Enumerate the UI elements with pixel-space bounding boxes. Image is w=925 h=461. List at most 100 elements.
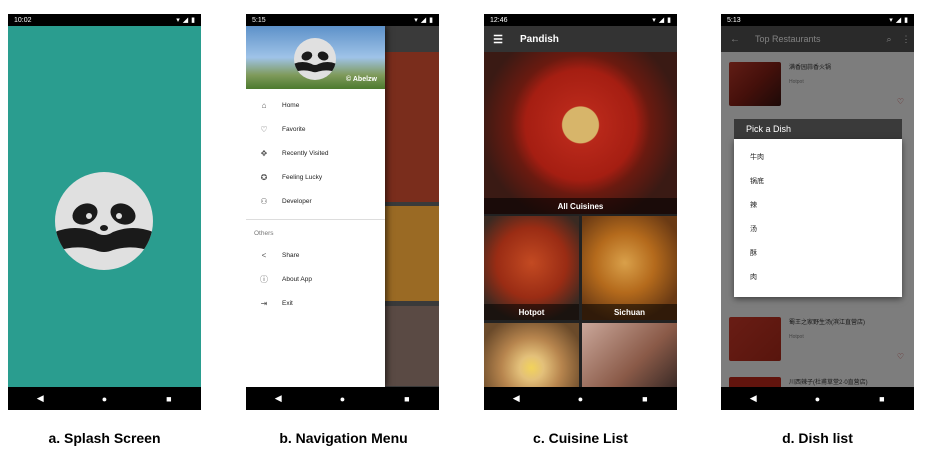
drawer-item-about-app[interactable]: ⓘ About App	[246, 267, 385, 291]
app-title: Pandish	[520, 33, 559, 45]
status-time: 12:46	[490, 16, 508, 24]
system-nav-bar: ◀ ● ■	[246, 387, 439, 410]
back-icon[interactable]: ◀	[25, 393, 55, 404]
status-bar: 10:02 ▾ ◢ ▮	[8, 14, 201, 26]
cuisine-tile-sushi[interactable]	[582, 323, 677, 387]
system-nav-bar: ◀ ● ■	[484, 387, 677, 410]
status-time: 5:15	[252, 16, 266, 24]
drawer-item-favorite[interactable]: ♡ Favorite	[246, 117, 385, 141]
share-icon: <	[261, 250, 267, 260]
drawer-item-label: Exit	[282, 299, 293, 307]
drawer-item-label: Share	[282, 251, 300, 259]
drawer-item-feeling-lucky[interactable]: ✪ Feeling Lucky	[246, 165, 385, 189]
app-toolbar: ☰ Pandish	[484, 26, 677, 52]
drawer-item-recently-visited[interactable]: ✥ Recently Visited	[246, 141, 385, 165]
panda-avatar-icon	[294, 38, 336, 80]
home-icon[interactable]: ●	[802, 394, 832, 404]
recents-icon[interactable]: ■	[392, 394, 422, 404]
cuisine-phone: 12:46 ▾ ◢ ▮ ☰ Pandish All Cuisines Hotpo…	[484, 14, 677, 410]
dishlist-phone: 5:13 ▾ ◢ ▮ ← Top Restaurants ⌕ ⋮ 满香园蒜香火锅…	[721, 14, 914, 410]
status-icons: ▾ ◢ ▮	[414, 16, 433, 24]
caption-cuisine: c. Cuisine List	[533, 430, 628, 446]
system-nav-bar: ◀ ● ■	[721, 387, 914, 410]
signal-icon: ◢	[420, 17, 427, 24]
status-bar: 5:13 ▾ ◢ ▮	[721, 14, 914, 26]
drawer-item-label: Developer	[282, 197, 312, 205]
dialog-title: Pick a Dish	[734, 119, 902, 139]
dish-option[interactable]: 牛肉	[734, 145, 902, 169]
drawer-item-label: About App	[282, 275, 312, 283]
exit-icon: ⇥	[260, 298, 268, 308]
menu-icon[interactable]: ☰	[484, 33, 512, 46]
drawer-item-label: Recently Visited	[282, 149, 329, 157]
status-icons: ▾ ◢ ▮	[652, 16, 671, 24]
dish-option[interactable]: 锅底	[734, 169, 902, 193]
battery-icon: ▮	[904, 17, 908, 24]
home-icon[interactable]: ●	[89, 394, 119, 404]
cuisine-tile-noodles[interactable]	[484, 323, 579, 387]
people-icon: ⚇	[260, 196, 268, 206]
wifi-icon: ▾	[176, 17, 180, 24]
tile-label: Sichuan	[582, 304, 677, 320]
cuisine-screen: ☰ Pandish All Cuisines Hotpot Sichuan	[484, 26, 677, 387]
caption-navmenu: b. Navigation Menu	[279, 430, 408, 446]
cuisine-tile-all[interactable]: All Cuisines	[484, 52, 677, 214]
status-time: 10:02	[14, 16, 32, 24]
splash-phone: 10:02 ▾ ◢ ▮ ◀ ● ■	[8, 14, 201, 410]
back-icon[interactable]: ◀	[738, 393, 768, 404]
header-credit: © Abelzw	[346, 76, 377, 83]
wheel-icon: ✪	[260, 172, 268, 182]
tile-label: All Cuisines	[484, 198, 677, 214]
food-image	[385, 306, 439, 386]
drawer-item-label: Feeling Lucky	[282, 173, 323, 181]
drawer-item-label: Favorite	[282, 125, 306, 133]
status-icons: ▾ ◢ ▮	[889, 16, 908, 24]
battery-icon: ▮	[191, 17, 195, 24]
food-image	[385, 52, 439, 202]
status-bar: 12:46 ▾ ◢ ▮	[484, 14, 677, 26]
status-time: 5:13	[727, 16, 741, 24]
tile-label: Hotpot	[484, 304, 579, 320]
food-image	[385, 206, 439, 301]
recents-icon[interactable]: ■	[154, 394, 184, 404]
back-icon[interactable]: ◀	[501, 393, 531, 404]
section-label-others: Others	[246, 219, 385, 243]
drawer-item-label: Home	[282, 101, 300, 109]
system-nav-bar: ◀ ● ■	[8, 387, 201, 410]
drawer-item-share[interactable]: < Share	[246, 243, 385, 267]
cuisine-tile-sichuan[interactable]: Sichuan	[582, 216, 677, 320]
wifi-icon: ▾	[889, 17, 893, 24]
signal-icon: ◢	[182, 17, 189, 24]
info-icon: ⓘ	[260, 274, 268, 284]
dish-option[interactable]: 酥	[734, 241, 902, 265]
panda-logo-icon	[55, 172, 153, 270]
battery-icon: ▮	[429, 17, 433, 24]
battery-icon: ▮	[667, 17, 671, 24]
status-icons: ▾ ◢ ▮	[176, 16, 195, 24]
status-bar: 5:15 ▾ ◢ ▮	[246, 14, 439, 26]
wifi-icon: ▾	[652, 17, 656, 24]
home-icon: ⌂	[261, 100, 267, 110]
home-icon[interactable]: ●	[565, 394, 595, 404]
recents-icon[interactable]: ■	[867, 394, 897, 404]
recents-icon[interactable]: ■	[630, 394, 660, 404]
caption-splash: a. Splash Screen	[48, 430, 161, 446]
drawer-item-home[interactable]: ⌂ Home	[246, 93, 385, 117]
navmenu-phone: 5:15 ▾ ◢ ▮ © Abelzw ⌂ Home ♡ Favorite ✥ …	[246, 14, 439, 410]
caption-dishlist: d. Dish list	[782, 430, 853, 446]
cuisine-tile-hotpot[interactable]: Hotpot	[484, 216, 579, 320]
pick-dish-dialog: 牛肉 锅底 辣 汤 酥 肉	[734, 139, 902, 297]
signal-icon: ◢	[895, 17, 902, 24]
home-icon[interactable]: ●	[327, 394, 357, 404]
back-icon[interactable]: ◀	[263, 393, 293, 404]
dish-option[interactable]: 肉	[734, 265, 902, 289]
wifi-icon: ▾	[414, 17, 418, 24]
drawer-item-exit[interactable]: ⇥ Exit	[246, 291, 385, 315]
signal-icon: ◢	[658, 17, 665, 24]
dish-option[interactable]: 辣	[734, 193, 902, 217]
dish-option[interactable]: 汤	[734, 217, 902, 241]
navigation-drawer: © Abelzw ⌂ Home ♡ Favorite ✥ Recently Vi…	[246, 26, 385, 387]
gamepad-icon: ✥	[260, 148, 268, 158]
drawer-item-developer[interactable]: ⚇ Developer	[246, 189, 385, 213]
drawer-header: © Abelzw	[246, 26, 385, 89]
